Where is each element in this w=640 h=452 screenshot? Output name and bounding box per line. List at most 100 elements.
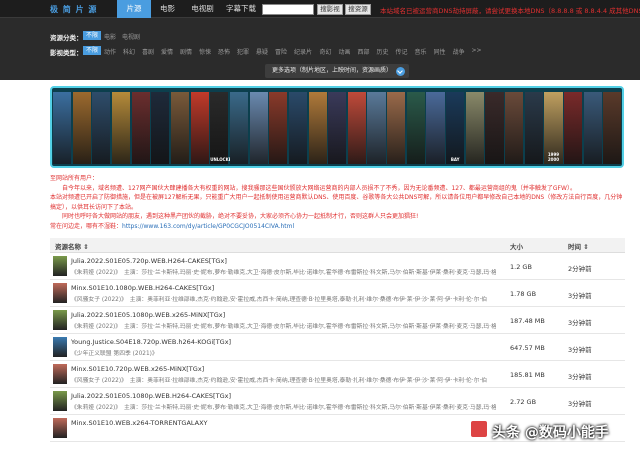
movie-poster[interactable] [151,92,170,164]
genre-filter-option[interactable]: 爱情 [161,47,173,56]
search-movies-button[interactable]: 搜影视 [317,4,343,15]
resource-thumbnail[interactable] [53,364,67,384]
table-row[interactable]: Young.Justice.S04E18.720p.WEB.h264-KOGi[… [50,334,625,361]
genre-filter-option[interactable]: 犯罪 [237,47,249,56]
column-name-header[interactable]: 资源名称 ⇕ [55,241,89,251]
genre-filter-all[interactable]: 不限 [83,46,102,55]
resource-time: 3分钟前 [568,319,592,327]
poster-title: UNLOCKED [210,157,235,162]
resource-cast: 《朱莉娅 (2022)》 主演：莎拉·兰卡斯特,玛丽·史·妮布,萝布·勒维克,大… [71,405,496,411]
movie-poster[interactable] [387,92,406,164]
movie-poster[interactable] [603,92,622,164]
category-filter-all[interactable]: 不限 [83,31,102,40]
table-row[interactable]: Julia.2022.S01E05.1080p.WEB.H264-CAKES[T… [50,388,625,415]
resource-title[interactable]: Minx.S01E10.1080p.WEB.H264-CAKES[TGx] [71,284,214,292]
movie-poster[interactable]: BAY [446,92,465,164]
tab-tv-series[interactable]: 电视剧 [184,0,221,18]
tab-subtitles[interactable]: 字幕下载 [221,0,261,18]
genre-filter-option[interactable]: >> [472,47,482,54]
genre-filter-option[interactable]: 纪录片 [294,47,312,56]
genre-filter-option[interactable]: 动作 [104,47,116,56]
table-row[interactable]: Minx.S01E10.1080p.WEB.H264-CAKES[TGx] 《风骚… [50,280,625,307]
movie-poster[interactable] [524,92,543,164]
category-filter-movie[interactable]: 电影 [104,32,116,41]
genre-filter-option[interactable]: 传记 [396,47,408,56]
genre-filter-option[interactable]: 冒险 [275,47,287,56]
resource-thumbnail[interactable] [53,256,67,276]
movie-poster[interactable] [170,92,190,164]
genre-filter-option[interactable]: 西部 [358,47,370,56]
movie-poster[interactable] [229,92,249,164]
resource-title[interactable]: Minx.S01E10.WEB.x264-TORRENTGALAXY [71,419,208,427]
resource-size: 185.81 MB [510,371,545,379]
genre-filter-option[interactable]: 惊悚 [199,47,211,56]
movie-poster[interactable] [53,92,72,164]
resource-title[interactable]: Minx.S01E10.720p.WEB.x265-MiNX[TGx] [71,365,204,373]
movie-poster[interactable]: 1999 2000 [544,92,563,164]
feedback-label: 常在问边走，哪有不湿鞋： [50,222,123,230]
resource-title[interactable]: Julia.2022.S01E05.720p.WEB.H264-CAKES[TG… [71,257,227,265]
resource-thumbnail[interactable] [53,418,67,438]
feedback-link[interactable]: https://www.163.com/dy/article/GP0CGCJO0… [122,223,294,230]
search-resources-button[interactable]: 搜资源 [345,4,371,15]
genre-filter-option[interactable]: 恐怖 [218,47,230,56]
movie-poster[interactable] [465,92,484,164]
movie-poster[interactable] [111,92,131,164]
movie-poster[interactable] [269,92,288,164]
movie-poster[interactable] [564,92,583,164]
genre-filter-option[interactable]: 科幻 [123,47,135,56]
genre-filter-option[interactable]: 同性 [434,47,446,56]
poster-banner: UNLOCKED BAY 1999 2000 [50,86,624,168]
chevron-down-icon [396,67,405,76]
resource-time: 3分钟前 [568,346,592,354]
table-row[interactable]: Julia.2022.S01E05.720p.WEB.H264-CAKES[TG… [50,253,625,280]
resource-thumbnail[interactable] [53,310,67,330]
category-filter-label: 资源分类： [50,34,83,42]
table-row[interactable]: Minx.S01E10.720p.WEB.x265-MiNX[TGx] 《风骚女子… [50,361,625,388]
resource-thumbnail[interactable] [53,283,67,303]
genre-filter-option[interactable]: 奇幻 [320,47,332,56]
watermark-logo-icon [470,420,488,438]
genre-filter-option[interactable]: 战争 [453,47,465,56]
more-options-label: 更多选项（制片地区，上映时间，资源画质） [272,67,393,74]
movie-poster[interactable] [485,92,504,164]
more-options-toggle[interactable]: 更多选项（制片地区，上映时间，资源画质） [265,64,409,78]
resource-thumbnail[interactable] [53,337,67,357]
movie-poster[interactable] [505,92,524,164]
tab-movies[interactable]: 电影 [151,0,184,18]
movie-poster[interactable] [308,92,327,164]
site-logo[interactable]: 极 简 片 源 [50,4,97,15]
movie-poster[interactable] [288,92,307,164]
genre-filter-option[interactable]: 历史 [377,47,389,56]
movie-poster[interactable] [583,92,602,164]
resource-title[interactable]: Julia.2022.S01E05.1080p.WEB.x265-MiNX[TG… [71,311,225,319]
movie-poster[interactable] [190,92,209,164]
resource-title[interactable]: Young.Justice.S04E18.720p.WEB.h264-KOGi[… [71,338,231,346]
movie-poster[interactable] [72,92,91,164]
movie-poster[interactable] [426,92,445,164]
movie-poster[interactable] [347,92,366,164]
genre-filter-option[interactable]: 悬疑 [256,47,268,56]
search-input[interactable] [262,4,314,15]
tab-sources[interactable]: 片源 [117,0,151,18]
genre-filter-option[interactable]: 动画 [339,47,351,56]
movie-poster[interactable]: UNLOCKED [210,92,235,164]
table-row[interactable]: Julia.2022.S01E05.1080p.WEB.x265-MiNX[TG… [50,307,625,334]
announcement-line: 同时也呼吁各大做网站的朋友，遇到这种黑产团伙的截胁，绝对不要妥协，大家必须齐心协… [50,213,419,220]
resource-cast: 《风骚女子 (2022)》 主演：奥菲利亚·拉维邵维,杰克·约翰逊,安·霍拉威,… [71,378,488,384]
movie-poster[interactable] [131,92,150,164]
movie-poster[interactable] [406,92,425,164]
resource-time: 3分钟前 [568,400,592,408]
movie-poster[interactable] [367,92,386,164]
genre-filter-option[interactable]: 喜剧 [142,47,154,56]
movie-poster[interactable] [249,92,268,164]
resource-cast: 《风骚女子 (2022)》 主演：奥菲利亚·拉维邵维,杰克·约翰逊,安·霍拉威,… [71,297,488,303]
movie-poster[interactable] [328,92,347,164]
genre-filter-option[interactable]: 剧情 [180,47,192,56]
column-time-header[interactable]: 时间 ⇕ [568,241,589,251]
resource-title[interactable]: Julia.2022.S01E05.1080p.WEB.H264-CAKES[T… [71,392,231,400]
genre-filter-option[interactable]: 音乐 [415,47,427,56]
category-filter-tv[interactable]: 电视剧 [122,32,140,41]
resource-thumbnail[interactable] [53,391,67,411]
movie-poster[interactable] [92,92,111,164]
